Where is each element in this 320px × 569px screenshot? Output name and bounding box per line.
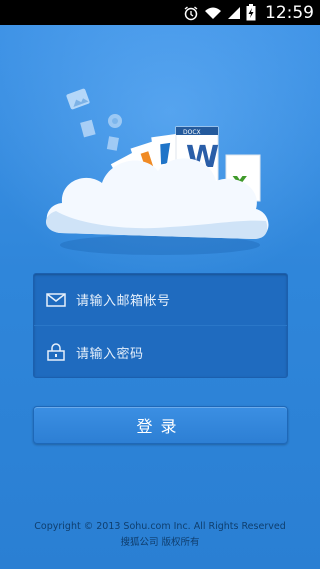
signal-icon xyxy=(227,6,241,20)
password-placeholder: 请输入密码 xyxy=(76,346,144,362)
alarm-icon xyxy=(183,5,199,21)
music-icon xyxy=(108,114,122,128)
copyright-text: Copyright © 2013 Sohu.com Inc. All Right… xyxy=(34,521,286,532)
login-form: 请输入邮箱帐号 请输入密码 xyxy=(33,273,288,378)
login-screen: DOCX W x 请输入邮箱帐号 xyxy=(0,25,320,569)
hero-illustration: DOCX W x xyxy=(40,55,280,265)
login-button[interactable]: 登录 xyxy=(33,406,288,444)
small-doc-icon xyxy=(106,136,119,151)
lock-icon xyxy=(46,343,68,361)
status-bar: 12:59 xyxy=(0,0,320,25)
clock: 12:59 xyxy=(265,2,314,23)
wifi-icon xyxy=(204,6,222,20)
battery-charging-icon xyxy=(246,4,256,21)
document-icon xyxy=(80,119,96,138)
email-placeholder: 请输入邮箱帐号 xyxy=(76,294,171,309)
footer: Copyright © 2013 Sohu.com Inc. All Right… xyxy=(0,519,320,551)
company-text: 搜狐公司 版权所有 xyxy=(120,537,200,548)
mail-icon xyxy=(46,291,68,309)
email-field[interactable]: 请输入邮箱帐号 xyxy=(34,274,287,326)
password-field[interactable]: 请输入密码 xyxy=(34,326,287,378)
svg-text:DOCX: DOCX xyxy=(183,129,201,136)
image-icon xyxy=(66,88,90,110)
